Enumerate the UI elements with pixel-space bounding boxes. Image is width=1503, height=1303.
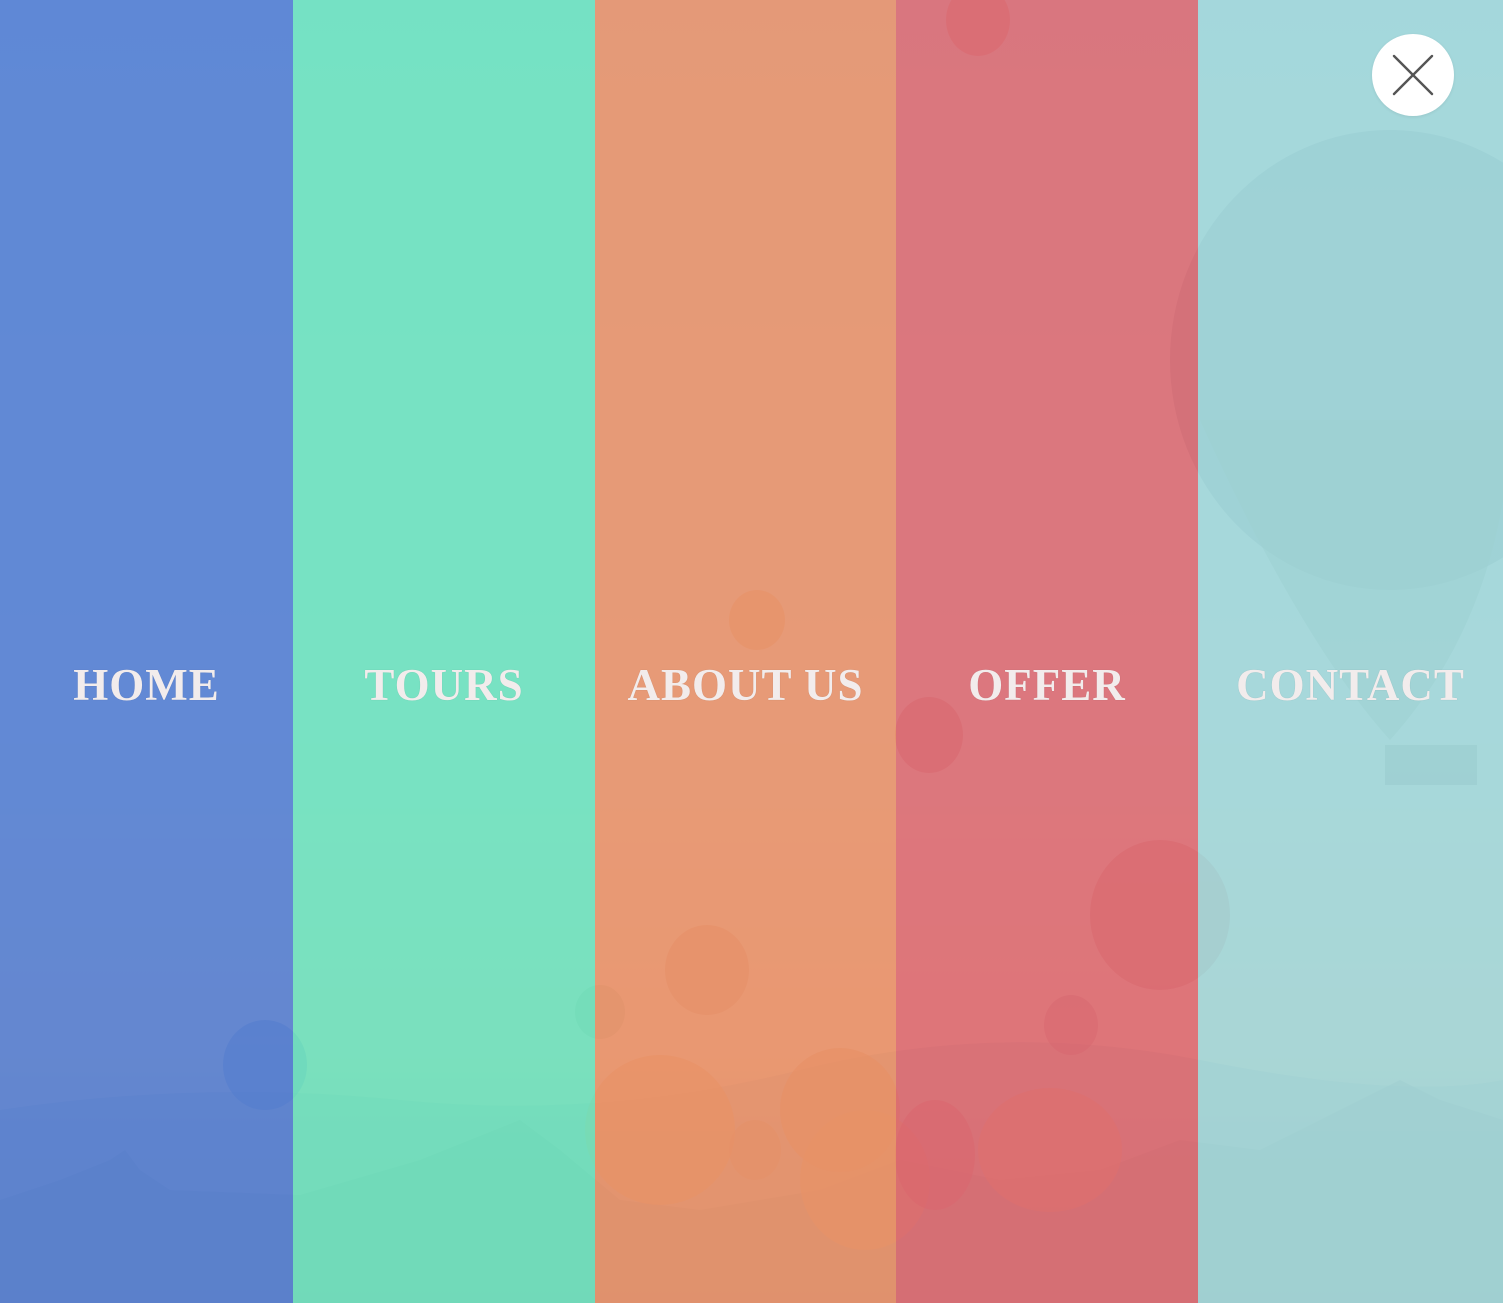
menu-item-offer-label: OFFER	[968, 659, 1126, 710]
menu-item-tours[interactable]: TOURS	[293, 0, 595, 1303]
menu-item-contact[interactable]: CONTACT	[1198, 0, 1503, 1303]
menu-item-contact-label: CONTACT	[1236, 659, 1465, 710]
fullscreen-menu: HOME TOURS ABOUT US OFFER CONTACT	[0, 0, 1503, 1303]
close-icon	[1392, 54, 1434, 96]
menu-item-tours-label: TOURS	[364, 659, 524, 710]
menu-item-home[interactable]: HOME	[0, 0, 293, 1303]
close-menu-button[interactable]	[1372, 34, 1454, 116]
menu-item-about-us-label: ABOUT US	[627, 659, 864, 710]
menu-item-home-label: HOME	[73, 659, 220, 710]
menu-item-about-us[interactable]: ABOUT US	[595, 0, 896, 1303]
menu-item-offer[interactable]: OFFER	[896, 0, 1198, 1303]
